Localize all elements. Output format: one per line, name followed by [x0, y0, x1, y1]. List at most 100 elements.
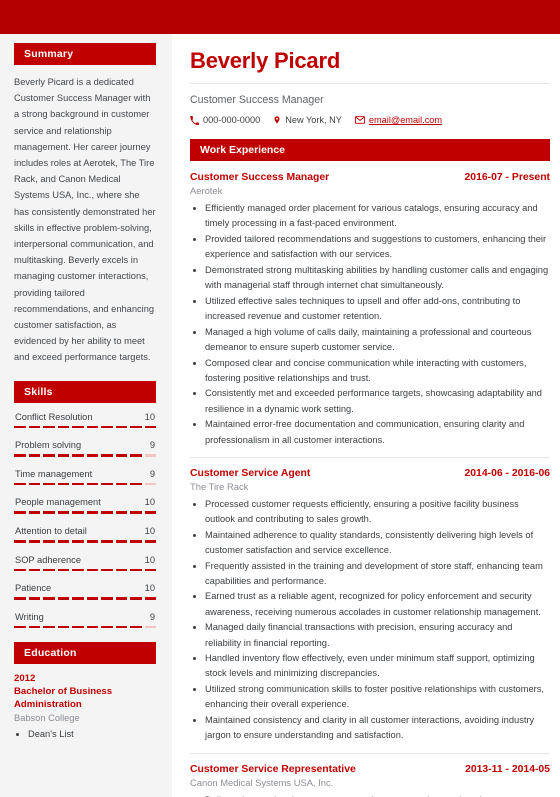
- location-value: New York, NY: [285, 115, 342, 125]
- skill-dash: [130, 454, 142, 457]
- skill-label: Problem solving: [15, 440, 82, 451]
- skill-dash: [28, 540, 40, 543]
- resume-body: Summary Beverly Picard is a dedicated Cu…: [0, 34, 560, 797]
- skill-dash: [115, 425, 127, 429]
- phone-icon: [190, 115, 199, 125]
- skill-dash: [130, 425, 142, 429]
- skill-dash: [86, 425, 98, 429]
- job-company: Canon Medical Systems USA, Inc.: [190, 776, 334, 788]
- skill-label-row: SOP adherence 10: [14, 555, 156, 569]
- skill-dash: [86, 568, 98, 572]
- skill-label-row: Patience 10: [14, 583, 156, 597]
- location-pin-icon: [273, 115, 281, 125]
- education-entry: 2012 Bachelor of Business Administration…: [14, 673, 156, 741]
- job-header-row: Customer Service Agent 2014-06 - 2016-06: [190, 468, 550, 479]
- job-bullet: Consistently met and exceeded performanc…: [205, 386, 550, 416]
- skill-dash: [14, 482, 26, 486]
- skill-label: Time management: [15, 468, 93, 479]
- skills-list: Conflict Resolution 10 Problem solving 9 Tim…: [14, 412, 156, 629]
- skill-score: 10: [144, 497, 155, 508]
- skill-dash: [43, 511, 55, 515]
- skill-dash: [72, 425, 84, 429]
- skill-dash: [28, 454, 40, 457]
- skill-dash: [144, 454, 156, 457]
- top-banner: [0, 0, 560, 34]
- skill-dash: [43, 568, 55, 572]
- skill-dash: [86, 482, 98, 486]
- job-bullet: Earned trust as a reliable agent, recogn…: [205, 589, 550, 619]
- skill-dash: [28, 425, 40, 429]
- skill-dash: [57, 540, 69, 543]
- skill-label: People management: [15, 497, 101, 508]
- skill-dash: [72, 482, 84, 486]
- skill-dash: [101, 482, 113, 486]
- skill-score: 9: [149, 440, 155, 451]
- skill-dash: [72, 454, 84, 457]
- skill-rating-bar: [14, 482, 156, 486]
- skill-dash: [28, 511, 40, 515]
- name-divider: [190, 83, 550, 84]
- skill-label: Conflict Resolution: [15, 411, 93, 422]
- skill-dash: [130, 511, 142, 515]
- skill-rating-bar: [14, 511, 156, 515]
- skill-dash: [72, 568, 84, 572]
- skill-dash: [101, 454, 113, 457]
- skill-dash: [130, 540, 142, 543]
- skill-row: Problem solving 9: [14, 440, 156, 457]
- job-bullet: Maintained adherence to quality standard…: [205, 528, 550, 558]
- education-school: Babson College: [14, 713, 80, 724]
- skills-section-heading: Skills: [14, 380, 156, 403]
- skill-dash: [43, 540, 55, 543]
- skill-score: 10: [144, 554, 155, 565]
- contact-email[interactable]: email@email.com: [354, 115, 442, 125]
- skill-dash: [115, 454, 127, 457]
- skill-score: 9: [149, 468, 155, 479]
- job-date-range: 2013-11 - 2014-05: [465, 763, 550, 775]
- skill-label: SOP adherence: [15, 554, 81, 565]
- job-date-range: 2016-07 - Present: [464, 172, 550, 183]
- skill-dash: [43, 425, 55, 429]
- skill-dash: [72, 625, 84, 629]
- skill-dash: [101, 425, 113, 429]
- job-bullet-list: Delivered exceptional customer care and …: [190, 793, 550, 797]
- email-value[interactable]: email@email.com: [369, 115, 442, 125]
- skill-dash: [144, 425, 156, 429]
- skill-score: 10: [144, 526, 155, 537]
- skill-dash: [115, 568, 127, 572]
- skill-dash: [28, 482, 40, 486]
- skill-dash: [86, 511, 98, 515]
- education-highlight-item: Dean's List: [28, 727, 156, 741]
- skill-label-row: Conflict Resolution 10: [14, 412, 156, 426]
- skill-dash: [57, 597, 69, 600]
- skill-dash: [14, 511, 26, 515]
- education-highlights: Dean's List: [14, 727, 156, 741]
- skill-dash: [57, 425, 69, 429]
- skill-label-row: Time management 9: [14, 469, 156, 483]
- job-bullet: Provided tailored recommendations and su…: [205, 232, 550, 262]
- contact-phone: 000-000-0000: [190, 115, 260, 125]
- skill-row: People management 10: [14, 497, 156, 515]
- skill-dash: [57, 482, 69, 486]
- skill-dash: [144, 568, 156, 572]
- skill-dash: [43, 482, 55, 486]
- skill-dash: [43, 597, 55, 600]
- skill-row: Conflict Resolution 10: [14, 412, 156, 429]
- skill-label-row: Attention to detail 10: [14, 526, 156, 540]
- skill-dash: [144, 625, 156, 629]
- skill-dash: [14, 425, 26, 429]
- skill-dash: [86, 597, 98, 600]
- skill-dash: [130, 568, 142, 572]
- skill-dash: [86, 540, 98, 543]
- job-position: Customer Service Representative: [190, 763, 356, 775]
- jobs-list: Customer Success Manager 2016-07 - Presen…: [190, 172, 550, 797]
- skill-label: Writing: [15, 611, 44, 622]
- skill-row: Time management 9: [14, 469, 156, 486]
- job-bullet: Managed daily financial transactions wit…: [205, 620, 550, 650]
- skill-dash: [115, 540, 127, 543]
- skill-row: Writing 9: [14, 612, 156, 629]
- job-position: Customer Service Agent: [190, 467, 311, 479]
- skill-rating-bar: [14, 625, 156, 629]
- skill-dash: [115, 482, 127, 486]
- contact-row: 000-000-0000 New York, NY email@email.co…: [190, 115, 550, 125]
- skill-dash: [14, 625, 26, 629]
